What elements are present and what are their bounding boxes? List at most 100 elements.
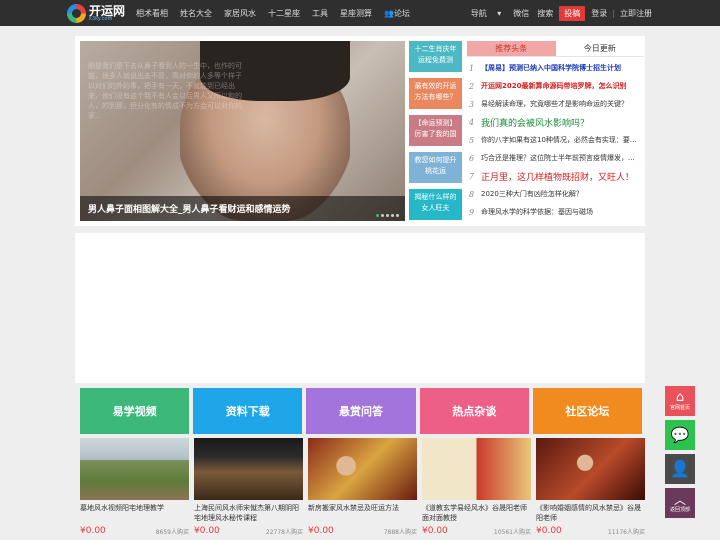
course-price: ¥0.00 [194, 526, 220, 536]
news-number: 6 [469, 153, 475, 163]
person-icon: 👤 [670, 459, 690, 478]
nav-item-face-reading[interactable]: 相术看相 [130, 8, 174, 19]
home-icon: ⌂ [675, 390, 685, 405]
course-thumbnail[interactable] [536, 438, 645, 500]
category-tile[interactable]: 热点杂谈 [419, 388, 529, 434]
back-to-top-button[interactable]: ︿ 返回顶部 [665, 488, 695, 518]
news-number: 3 [469, 99, 475, 109]
news-item[interactable]: 5 你的八字如果有这10种情况，必然会有实现：要... [469, 131, 642, 149]
submit-button[interactable]: 投稿 [559, 5, 586, 21]
course-thumbnail[interactable] [80, 438, 189, 500]
nav-item-forum[interactable]: 👥论坛 [378, 8, 416, 19]
course-price: ¥0.00 [422, 526, 448, 536]
course-thumbnail[interactable] [422, 438, 531, 500]
course-list: 墓地风水视频阳宅地理教学 ¥0.00 8659人购买 上海民间风水师宋僦杰第八期阴阳宅… [80, 438, 645, 540]
slider-dots[interactable] [376, 214, 399, 217]
news-number: 4 [469, 117, 475, 127]
course-card[interactable]: 《道教玄学易经风水》谷晟阳老师面对面教授 ¥0.00 10561人购买 [422, 438, 531, 540]
news-item[interactable]: 4 我们真的会被风水影响吗？ [469, 113, 642, 131]
news-number: 1 [469, 63, 475, 73]
register-link[interactable]: 立即注册 [616, 8, 656, 19]
tab-today[interactable]: 今日更新 [556, 41, 645, 56]
category-tile[interactable]: 易学视频 [80, 388, 190, 434]
users-icon: 👥 [384, 8, 394, 18]
home-button-label: 官网首页 [669, 405, 690, 411]
ad-area [75, 233, 645, 383]
side-card[interactable]: 教您如何提升桃花运 [409, 152, 462, 183]
course-thumbnail[interactable] [194, 438, 303, 500]
header-right-links: 导航 ▾ 微信 搜索 投稿 登录 | 立即注册 [463, 0, 656, 26]
wechat-link[interactable]: 微信 [509, 8, 533, 19]
course-buyers: 8659人购买 [155, 529, 189, 536]
nav-item-names[interactable]: 姓名大全 [174, 8, 218, 19]
news-item[interactable]: 7 正月里，这几样植物既招财，又旺人！ [469, 167, 642, 185]
nav-item-fengshui[interactable]: 家居风水 [218, 8, 262, 19]
news-item[interactable]: 9 命理风水学的科学依据：基因与磁场 [469, 203, 642, 221]
news-item[interactable]: 3 易经解读命理，究竟哪些才是影响命运的关键？ [469, 95, 642, 113]
guide-link[interactable]: 导航 ▾ [463, 8, 510, 19]
nav-item-tools[interactable]: 工具 [306, 8, 334, 19]
course-price: ¥0.00 [536, 526, 562, 536]
back-to-top-label: 返回顶部 [669, 506, 690, 513]
side-card[interactable]: 揭秘什么样的女人旺夫 [409, 189, 462, 220]
side-card[interactable]: 最有效的开运方法有哪些？ [409, 78, 462, 109]
news-item[interactable]: 2 开运网2020最新算命源码带培罗牌，怎么识别 [469, 77, 642, 95]
news-title: 2020三种大门有凶险怎样化解？ [481, 190, 583, 198]
news-item[interactable]: 8 2020三种大门有凶险怎样化解？ [469, 185, 642, 203]
course-title[interactable]: 《道教玄学易经风水》谷晟阳老师面对面教授 [422, 503, 531, 523]
category-tile[interactable]: 社区论坛 [532, 388, 643, 434]
news-number: 2 [469, 81, 475, 91]
course-price: ¥0.00 [308, 526, 334, 536]
news-list: 1 【周易】预测已纳入中国科学院博士招生计划 2 开运网2020最新算命源码带培罗牌，… [467, 57, 644, 223]
news-title: 正月里，这几样植物既招财，又旺人！ [481, 172, 635, 183]
news-item[interactable]: 6 巧合还是推理？这位院士半年前预言疫情爆发，... [469, 149, 642, 167]
side-cards: 十二生肖庆年运程免费测 最有效的开运方法有哪些？ 【命运预测】厉害了我的国 教您如何提… [409, 41, 462, 226]
tab-recommended[interactable]: 推荐头条 [467, 41, 556, 56]
course-title[interactable]: 新房搬家风水禁忌及旺运方法 [308, 503, 417, 523]
course-price: ¥0.00 [80, 526, 106, 536]
side-card[interactable]: 十二生肖庆年运程免费测 [409, 41, 462, 72]
news-title: 【周易】预测已纳入中国科学院博士招生计划 [481, 64, 621, 72]
chevron-up-icon: ︿ [673, 492, 686, 507]
login-link[interactable]: 登录 [587, 8, 611, 19]
course-thumbnail[interactable] [308, 438, 417, 500]
course-card[interactable]: 新房搬家风水禁忌及旺运方法 ¥0.00 7888人购买 [308, 438, 417, 540]
course-title[interactable]: 《影响婚姻感情的风水禁忌》谷晟阳老师 [536, 503, 645, 523]
logo-icon [67, 3, 86, 23]
nav-item-zodiac[interactable]: 十二星座 [262, 8, 306, 19]
news-number: 9 [469, 207, 475, 217]
main-nav: 相术看相 姓名大全 家居风水 十二星座 工具 星座测算 👥论坛 [130, 0, 416, 26]
wechat-button[interactable]: 💬 [665, 420, 695, 450]
slider-caption[interactable]: 男人鼻子面相图解大全_男人鼻子看财运和感情运势 [80, 196, 405, 221]
floating-sidebar: ⌂ 官网首页 💬 👤 ︿ 返回顶部 [665, 386, 695, 522]
category-tile[interactable]: 资料下载 [193, 388, 303, 434]
side-card[interactable]: 【命运预测】厉害了我的国 [409, 115, 462, 146]
logo-name: 开运网 [89, 3, 126, 18]
course-card[interactable]: 墓地风水视频阳宅地理教学 ¥0.00 8659人购买 [80, 438, 189, 540]
news-item[interactable]: 1 【周易】预测已纳入中国科学院博士招生计划 [469, 59, 642, 77]
site-logo[interactable]: 开运网 k3ky.com [67, 3, 125, 23]
news-number: 7 [469, 171, 475, 181]
course-title[interactable]: 墓地风水视频阳宅地理教学 [80, 503, 189, 523]
avatar[interactable]: 👤 [665, 454, 695, 484]
category-tiles: 易学视频 资料下载 悬赏问答 热点杂谈 社区论坛 [80, 388, 643, 434]
slider-overlay-text: 刚是我们是下去从鼻子看到人的一生中，也作的可能，很多人就说出去不管，高对你的人多… [88, 62, 242, 120]
featured-slider[interactable]: 刚是我们是下去从鼻子看到人的一生中，也作的可能，很多人就说出去不管，高对你的人多… [80, 41, 405, 221]
home-button[interactable]: ⌂ 官网首页 [665, 386, 695, 416]
course-buyers: 22778人购买 [265, 529, 303, 536]
top-navigation-bar: 开运网 k3ky.com 相术看相 姓名大全 家居风水 十二星座 工具 星座测算… [0, 0, 720, 26]
course-title[interactable]: 上海民间风水师宋僦杰第八期阴阳宅地理风水秘传课程 [194, 503, 303, 523]
news-title: 我们真的会被风水影响吗？ [481, 118, 590, 129]
news-panel: 推荐头条 今日更新 1 【周易】预测已纳入中国科学院博士招生计划 2 开运网2020最… [467, 41, 644, 221]
course-buyers: 11176人购买 [607, 529, 645, 536]
course-buyers: 7888人购买 [383, 529, 417, 536]
news-title: 巧合还是推理？这位院士半年前预言疫情爆发，... [481, 154, 635, 162]
wechat-icon: 💬 [670, 425, 690, 444]
course-buyers: 10561人购买 [493, 529, 531, 536]
category-tile[interactable]: 悬赏问答 [306, 388, 416, 434]
news-title: 易经解读命理，究竟哪些才是影响命运的关键？ [481, 100, 628, 108]
search-link[interactable]: 搜索 [533, 8, 557, 19]
course-card[interactable]: 《影响婚姻感情的风水禁忌》谷晟阳老师 ¥0.00 11176人购买 [536, 438, 645, 540]
course-card[interactable]: 上海民间风水师宋僦杰第八期阴阳宅地理风水秘传课程 ¥0.00 22778人购买 [194, 438, 303, 540]
nav-item-horoscope[interactable]: 星座测算 [334, 8, 378, 19]
